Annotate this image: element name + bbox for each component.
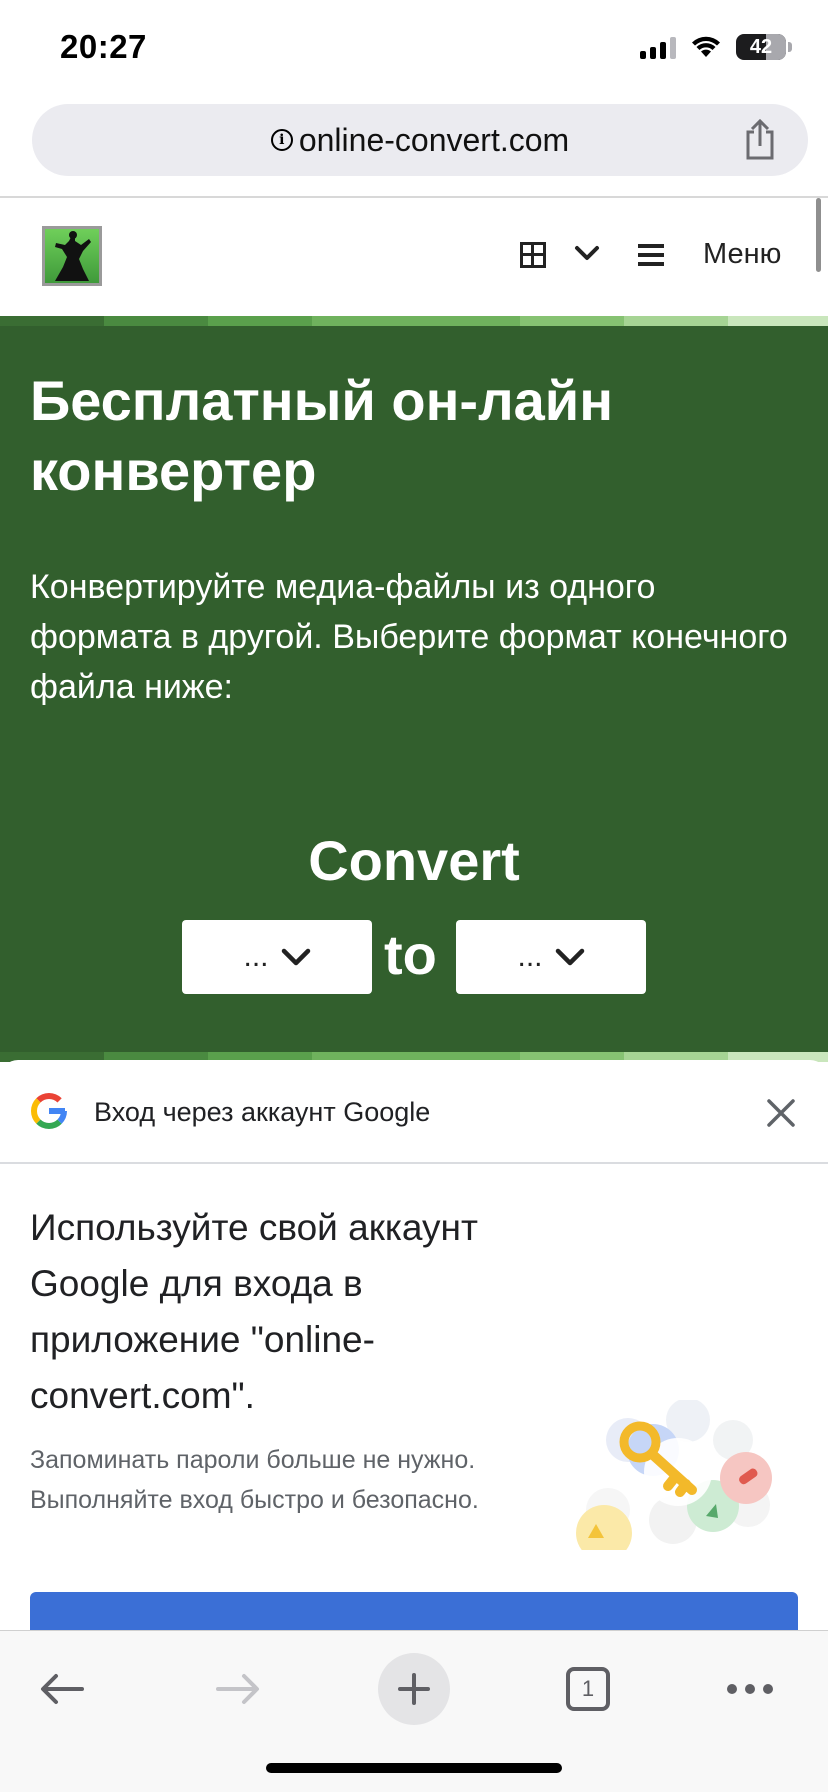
sheet-title: Используйте свой аккаунт Google для вход… [30, 1207, 478, 1416]
forward-arrow-icon [216, 1674, 259, 1704]
hero-section: Бесплатный он-лайн конвертер Конвертируй… [0, 316, 828, 1062]
info-icon[interactable]: i [270, 129, 293, 151]
status-time: 20:27 [60, 28, 147, 65]
share-icon[interactable] [740, 118, 780, 162]
sheet-header: Вход через аккаунт Google [0, 1060, 828, 1164]
to-label: to [384, 923, 437, 986]
to-format-select[interactable]: ... [456, 920, 646, 994]
home-indicator [266, 1763, 562, 1773]
url-text: online-convert.com [298, 121, 570, 158]
battery-tip [788, 42, 792, 52]
hero-subtitle: Конвертируйте медиа-файлы из одного форм… [30, 568, 788, 706]
chevron-down-icon [281, 948, 310, 966]
hero-top-stripe [0, 316, 828, 326]
hero-title: Бесплатный он-лайн конвертер [30, 369, 614, 502]
battery-level: 42 [749, 35, 773, 58]
logo-icon[interactable] [42, 226, 102, 286]
address-bar[interactable]: i online-convert.com [32, 104, 808, 176]
google-signin-sheet: Вход через аккаунт Google Используйте св… [0, 1060, 828, 1630]
wifi-icon [692, 36, 720, 57]
from-format-value: ... [243, 940, 269, 973]
close-icon[interactable] [766, 1098, 796, 1128]
sheet-header-text: Вход через аккаунт Google [94, 1097, 431, 1127]
key-icon [576, 1400, 772, 1550]
logo-figure-icon [55, 231, 91, 281]
bottom-toolbar: 1 [0, 1630, 828, 1792]
tab-count: 1 [566, 1667, 610, 1711]
hamburger-icon[interactable] [638, 244, 664, 266]
more-button[interactable] [714, 1653, 786, 1725]
menu-label[interactable]: Меню [703, 238, 781, 271]
sheet-description: Запоминать пароли больше не нужно. Выпол… [30, 1446, 479, 1514]
from-format-select[interactable]: ... [182, 920, 372, 994]
new-tab-button[interactable] [378, 1653, 450, 1725]
back-button[interactable] [26, 1653, 98, 1725]
plus-icon [398, 1673, 430, 1705]
to-format-value: ... [517, 940, 543, 973]
battery-icon: 42 [736, 34, 786, 60]
status-icons: 42 [640, 34, 792, 60]
tabs-button[interactable]: 1 [552, 1653, 624, 1725]
cellular-signal-icon [640, 35, 676, 59]
chevron-down-icon[interactable] [574, 240, 600, 266]
back-arrow-icon [41, 1674, 84, 1704]
site-header: Меню [0, 198, 828, 316]
scrollbar-thumb[interactable] [816, 198, 821, 272]
grid-icon[interactable] [520, 242, 546, 268]
url-wrap: i online-convert.com [270, 121, 570, 159]
google-logo-icon [31, 1093, 67, 1129]
status-bar: 20:27 42 [0, 0, 828, 98]
continue-button[interactable] [30, 1592, 798, 1630]
convert-label: Convert [308, 829, 520, 892]
chevron-down-icon [555, 948, 584, 966]
more-icon [727, 1684, 773, 1694]
forward-button[interactable] [202, 1653, 274, 1725]
